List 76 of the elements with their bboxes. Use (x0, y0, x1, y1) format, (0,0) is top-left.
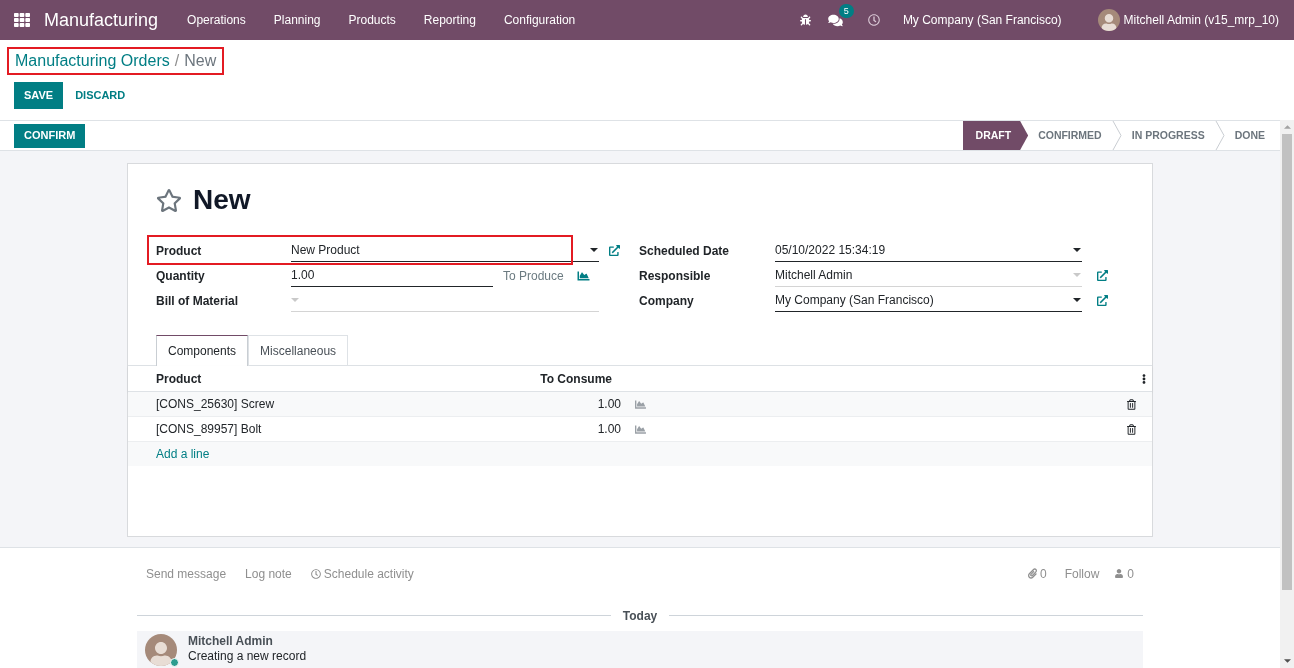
breadcrumb-separator: / (174, 51, 180, 71)
input-field[interactable]: 1.00 (291, 264, 493, 287)
field-value: Mitchell Admin (775, 267, 853, 284)
chat-icon[interactable] (827, 13, 843, 27)
status-stage[interactable]: CONFIRMED (1028, 121, 1112, 150)
debug-icon[interactable] (799, 14, 811, 26)
scroll-down-icon[interactable] (1283, 659, 1291, 663)
table-cell-text: 1.00 (596, 396, 622, 413)
message-body: Creating a new record (188, 647, 307, 664)
field-label: Quantity (156, 267, 206, 285)
chevron-icon (1111, 121, 1122, 150)
field-label: Responsible (639, 267, 712, 285)
column-options-icon[interactable] (1142, 373, 1146, 384)
date-divider-label: Today (621, 607, 659, 625)
caret-icon[interactable] (1073, 248, 1081, 252)
field-value: 05/10/2022 15:34:19 (775, 242, 886, 259)
clock-icon[interactable] (867, 14, 880, 26)
delete-icon[interactable] (1127, 423, 1136, 435)
user-icon (1115, 569, 1124, 579)
menu-item[interactable]: Operations (173, 0, 260, 40)
field-label: Company (639, 292, 695, 310)
select-field[interactable]: New Product (291, 239, 599, 262)
status-stage[interactable]: DRAFT (962, 121, 1029, 150)
external-link-icon[interactable] (609, 245, 620, 256)
message-count-badge: 5 (838, 3, 854, 18)
app-name[interactable]: Manufacturing (44, 6, 159, 34)
breadcrumb-current: New (184, 51, 217, 71)
field-label: Product (156, 242, 203, 260)
field-value: My Company (San Francisco) (775, 292, 934, 309)
scrollbar-thumb[interactable] (1282, 134, 1292, 590)
chevron-icon (1214, 121, 1225, 150)
paperclip-icon (1027, 568, 1037, 580)
discard-button[interactable]: DISCARD (65, 82, 136, 109)
external-link-icon[interactable] (1097, 295, 1108, 306)
forecast-chart-icon[interactable] (634, 398, 647, 410)
company-switcher[interactable]: My Company (San Francisco) (902, 11, 1062, 29)
column-header[interactable]: To Consume (380, 369, 625, 388)
forecast-chart-icon[interactable] (634, 423, 647, 435)
caret-icon[interactable] (1073, 298, 1081, 302)
menu-item[interactable]: Products (334, 0, 410, 40)
star-icon[interactable] (156, 187, 182, 213)
delete-icon[interactable] (1127, 398, 1136, 410)
message-author: Mitchell Admin (188, 633, 274, 648)
user-avatar-icon[interactable] (1097, 9, 1120, 31)
field-value: 1.00 (291, 267, 315, 284)
confirm-button[interactable]: CONFIRM (14, 123, 86, 148)
menu-item[interactable]: Planning (259, 0, 335, 40)
breadcrumb-link[interactable]: Manufacturing Orders (15, 49, 170, 73)
table-cell-text: [CONS_89957] Bolt (155, 421, 263, 438)
select-field[interactable]: Mitchell Admin (775, 264, 1082, 287)
menu-item[interactable]: Reporting (409, 0, 490, 40)
scrollbar[interactable] (1280, 120, 1294, 668)
status-stage[interactable]: IN PROGRESS (1121, 121, 1215, 150)
column-header[interactable]: Product (128, 369, 380, 388)
select-field[interactable]: 05/10/2022 15:34:19 (775, 239, 1082, 262)
forecast-chart-icon[interactable] (576, 269, 590, 282)
field-value: New Product (291, 242, 360, 259)
table-cell-text: [CONS_25630] Screw (155, 396, 276, 413)
save-button[interactable]: SAVE (14, 82, 64, 109)
select-field[interactable]: My Company (San Francisco) (775, 289, 1082, 312)
add-line-link[interactable]: Add a line (156, 445, 210, 463)
field-label: Bill of Material (156, 292, 239, 310)
external-link-icon[interactable] (1097, 270, 1108, 281)
apps-menu-icon[interactable] (14, 12, 30, 28)
caret-icon[interactable] (590, 248, 598, 252)
tab[interactable]: Components (156, 335, 249, 366)
tab[interactable]: Miscellaneous (248, 335, 349, 365)
menu-item[interactable]: Configuration (489, 0, 590, 40)
clock-icon (310, 568, 321, 579)
field-label: Scheduled Date (639, 242, 731, 260)
table-cell-text: 1.00 (596, 421, 622, 438)
record-title: New (193, 184, 251, 216)
author-avatar-icon (145, 633, 177, 666)
user-menu[interactable]: Mitchell Admin (v15_mrp_10) (1123, 11, 1279, 29)
status-stage[interactable]: DONE (1224, 121, 1280, 150)
unit-label: To Produce (503, 267, 564, 285)
